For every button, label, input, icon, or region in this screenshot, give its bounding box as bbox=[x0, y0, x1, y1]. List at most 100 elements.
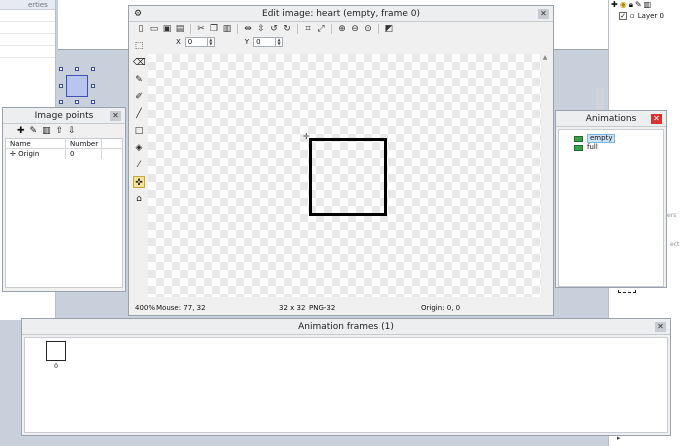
animations-list: empty full bbox=[558, 129, 664, 287]
animation-frames-titlebar[interactable]: Animation frames (1) ✕ bbox=[22, 319, 670, 335]
frame-label: 0 bbox=[54, 363, 58, 370]
save-as-icon[interactable]: ▤ bbox=[175, 24, 185, 34]
new-icon[interactable]: ▯ bbox=[136, 24, 146, 34]
pencil-icon[interactable]: ✎ bbox=[635, 1, 642, 9]
resize-handle[interactable] bbox=[59, 67, 63, 71]
animation-icon bbox=[574, 135, 583, 142]
delete-icon[interactable]: ▥ bbox=[42, 126, 51, 136]
resize-handle[interactable] bbox=[91, 67, 95, 71]
layer-item[interactable]: ✓ ▫ Layer 0 bbox=[609, 10, 680, 22]
crosshair-icon: ✛ bbox=[10, 150, 16, 158]
point-name-cell: ✛ Origin bbox=[6, 149, 66, 159]
animations-titlebar[interactable]: Animations ✕ bbox=[556, 111, 666, 127]
list-item[interactable]: empty bbox=[574, 134, 663, 143]
rectangle-icon[interactable]: □ bbox=[133, 125, 145, 137]
y-stepper[interactable]: 0 ▲ ▼ bbox=[253, 37, 284, 47]
line-icon[interactable]: ╱ bbox=[133, 108, 145, 120]
lock-icon: ▫ bbox=[630, 12, 635, 20]
animation-icon bbox=[574, 144, 583, 151]
selected-object[interactable] bbox=[66, 75, 88, 97]
origin-icon[interactable]: ✜ bbox=[133, 176, 145, 188]
panel-fragment: ect bbox=[670, 241, 680, 248]
animation-label: empty bbox=[587, 134, 616, 143]
toolbar-separator bbox=[237, 24, 238, 34]
resize-handle[interactable] bbox=[91, 100, 95, 104]
tool-palette: ⬚ ⌫ ✎ ✐ ╱ □ ◈ ⁄ ✜ ⌂ bbox=[133, 40, 147, 210]
list-item[interactable]: full bbox=[574, 143, 663, 152]
properties-header: erties bbox=[0, 0, 55, 10]
trash-icon[interactable]: ▥ bbox=[644, 1, 652, 9]
polygon-icon[interactable]: ⌂ bbox=[133, 193, 145, 205]
paste-icon[interactable]: ▥ bbox=[222, 24, 232, 34]
panel-fragment: ers bbox=[667, 212, 677, 219]
close-button[interactable]: ✕ bbox=[651, 114, 662, 124]
eraser-icon[interactable]: ⌫ bbox=[133, 57, 146, 69]
crop-icon[interactable]: ⌗ bbox=[303, 24, 313, 34]
properties-row[interactable] bbox=[0, 22, 55, 34]
image-points-window: Image points ✕ ✚ ✎ ▥ ⇧ ⇩ Name Number ✛ O… bbox=[2, 107, 126, 292]
scroll-right-icon[interactable]: ▸ bbox=[617, 434, 626, 443]
image-points-titlebar[interactable]: Image points ✕ bbox=[3, 108, 125, 124]
mouse-status: Mouse: 77, 32 bbox=[156, 304, 206, 312]
animations-window: Animations ✕ empty full bbox=[555, 110, 667, 288]
cut-icon[interactable]: ✂ bbox=[196, 24, 206, 34]
color-picker-icon[interactable]: ⁄ bbox=[133, 159, 145, 171]
layer-visible-checkbox[interactable]: ✓ bbox=[619, 12, 627, 20]
point-number: 0 bbox=[66, 149, 102, 159]
animation-label: full bbox=[587, 143, 598, 151]
close-button[interactable]: ✕ bbox=[538, 9, 549, 19]
edit-image-titlebar[interactable]: ⚙ Edit image: heart (empty, frame 0) ✕ bbox=[129, 6, 553, 22]
frame-thumbnail[interactable] bbox=[46, 341, 66, 361]
save-icon[interactable]: ▣ bbox=[162, 24, 172, 34]
move-up-icon[interactable]: ⇧ bbox=[56, 126, 64, 136]
lock-icon[interactable]: 🔒︎ bbox=[629, 1, 633, 9]
properties-row[interactable] bbox=[0, 34, 55, 46]
fill-icon[interactable]: ◈ bbox=[133, 142, 145, 154]
zoom-out-icon[interactable]: ⊖ bbox=[350, 24, 360, 34]
add-layer-icon[interactable]: ✚ bbox=[611, 1, 618, 9]
zoom-fit-icon[interactable]: ⊙ bbox=[363, 24, 373, 34]
properties-row[interactable] bbox=[0, 10, 55, 22]
resize-handle[interactable] bbox=[91, 84, 95, 88]
x-stepper[interactable]: 0 ▲ ▼ bbox=[184, 37, 215, 47]
resize-handle[interactable] bbox=[59, 84, 63, 88]
image-content bbox=[309, 138, 387, 216]
zoom-in-icon[interactable]: ⊕ bbox=[337, 24, 347, 34]
add-icon[interactable]: ✚ bbox=[17, 126, 25, 136]
close-button[interactable]: ✕ bbox=[655, 322, 666, 332]
size-status: 32 x 32 bbox=[279, 304, 306, 312]
move-down-icon[interactable]: ⇩ bbox=[68, 126, 76, 136]
x-value: 0 bbox=[187, 38, 193, 46]
edit-image-window: ⚙ Edit image: heart (empty, frame 0) ✕ ▯… bbox=[128, 5, 554, 316]
flip-horizontal-icon[interactable]: ⇹ bbox=[243, 24, 253, 34]
toolbar-separator bbox=[190, 24, 191, 34]
canvas-vertical-scrollbar[interactable]: ▲ bbox=[541, 54, 549, 297]
animation-frames-title: Animation frames (1) bbox=[298, 322, 394, 332]
image-canvas[interactable]: ✛ bbox=[148, 54, 541, 297]
copy-icon[interactable]: ❐ bbox=[209, 24, 219, 34]
brush-icon[interactable]: ✐ bbox=[133, 91, 145, 103]
resize-handle[interactable] bbox=[75, 100, 79, 104]
stepper-arrows-icon[interactable]: ▲ ▼ bbox=[206, 38, 214, 46]
image-settings-icon[interactable]: ◩ bbox=[384, 24, 394, 34]
pencil-icon[interactable]: ✎ bbox=[133, 74, 145, 86]
close-button[interactable]: ✕ bbox=[110, 111, 121, 121]
select-icon[interactable]: ⬚ bbox=[133, 40, 145, 52]
open-icon[interactable]: ▭ bbox=[149, 24, 159, 34]
rotate-left-icon[interactable]: ↺ bbox=[269, 24, 279, 34]
image-points-table: Name Number ✛ Origin 0 bbox=[5, 138, 123, 288]
resize-icon[interactable]: ⤢ bbox=[316, 24, 326, 34]
resize-handle[interactable] bbox=[75, 67, 79, 71]
table-row[interactable]: ✛ Origin 0 bbox=[6, 149, 122, 159]
edit-icon[interactable]: ✎ bbox=[30, 126, 38, 136]
rotate-right-icon[interactable]: ↻ bbox=[282, 24, 292, 34]
column-header[interactable]: Number bbox=[66, 139, 102, 148]
properties-row[interactable] bbox=[0, 46, 55, 58]
column-header[interactable]: Name bbox=[6, 139, 66, 148]
flip-vertical-icon[interactable]: ⇳ bbox=[256, 24, 266, 34]
toolbar-separator bbox=[331, 24, 332, 34]
stepper-arrows-icon[interactable]: ▲ ▼ bbox=[275, 38, 282, 46]
y-value: 0 bbox=[256, 38, 261, 46]
resize-handle[interactable] bbox=[59, 100, 63, 104]
eye-icon[interactable]: ◉ bbox=[620, 1, 627, 9]
